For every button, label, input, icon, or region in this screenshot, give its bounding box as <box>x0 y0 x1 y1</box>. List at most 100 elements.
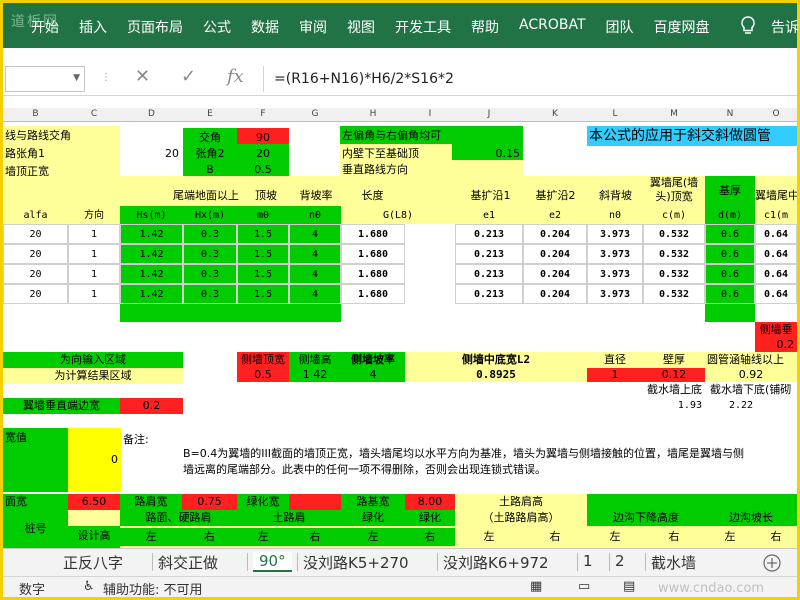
cell-zhangjiao1-value[interactable]: 20 <box>120 144 182 162</box>
hdr-soil-shoulder[interactable]: 土路肩 <box>237 510 341 526</box>
table-cell[interactable]: 0.64 <box>755 224 797 244</box>
table-cell[interactable]: 20 <box>3 244 68 264</box>
table-cell[interactable]: 3.973 <box>587 224 643 244</box>
cell-cut-top-label[interactable]: 截水墙上底 <box>587 382 705 398</box>
table-cell[interactable]: 0.213 <box>455 224 523 244</box>
hdr-right[interactable]: 右 <box>289 528 341 546</box>
cell-shoulder[interactable]: 0.75 <box>182 494 237 510</box>
table-cell[interactable]: 0.213 <box>455 244 523 264</box>
col-header-K[interactable]: K <box>523 109 587 119</box>
cell-b-label[interactable]: B <box>183 160 237 176</box>
cell-green-label[interactable]: 绿化宽 <box>237 494 289 510</box>
subheader-cell[interactable]: d(m) <box>705 206 755 224</box>
table-cell[interactable]: 1.680 <box>341 224 405 244</box>
ribbon-tab-6[interactable]: 视图 <box>347 17 375 37</box>
col-header-O[interactable]: O <box>755 109 797 119</box>
table-cell[interactable]: 1 <box>68 224 120 244</box>
cell-culvert-axis[interactable]: 0.92 <box>705 368 797 382</box>
table-cell[interactable]: 0.6 <box>705 284 755 304</box>
sheet-tab-3[interactable]: 没刘路K5+270 <box>303 552 409 573</box>
subheader-cell[interactable]: n0 <box>289 206 341 224</box>
col-header-D[interactable]: D <box>120 109 183 119</box>
table-cell[interactable]: 0.3 <box>183 224 237 244</box>
cell-jiaojiao-value[interactable]: 90 <box>237 128 289 144</box>
subheader-cell[interactable]: G(L8) <box>341 206 455 224</box>
cell-width-label[interactable]: 宽值 <box>3 428 68 446</box>
table-cell[interactable]: 1.5 <box>237 224 289 244</box>
cell-route-angle-label[interactable]: 线与路线交角 <box>3 126 120 144</box>
col-header-N[interactable]: N <box>705 109 755 119</box>
cell-angle-note[interactable]: 左偏角与右偏角均可 <box>340 126 523 144</box>
cell-wing-vertical-label[interactable]: 翼墙垂直端边宽 <box>3 398 120 414</box>
subheader-cell[interactable]: alfa <box>3 206 68 224</box>
table-cell[interactable]: 1.5 <box>237 244 289 264</box>
cell-width-value[interactable]: 0 <box>68 428 121 492</box>
table-cell[interactable]: 1.42 <box>120 244 183 264</box>
hdr-left[interactable]: 左 <box>237 528 289 546</box>
insert-function-icon[interactable]: fx <box>227 66 244 87</box>
page-layout-icon[interactable]: ▭ <box>578 579 590 594</box>
cell-surface-label[interactable]: 面宽 <box>3 494 68 510</box>
table-cell[interactable]: 4 <box>289 244 341 264</box>
col-header-G[interactable]: G <box>289 109 341 119</box>
subheader-cell[interactable]: Hs(m) <box>120 206 183 224</box>
formula-input[interactable]: =(R16+N16)*H6/2*S16*2 <box>263 66 797 92</box>
cell-zhangjiao1-label[interactable]: 路张角1 <box>3 144 120 162</box>
table-cell[interactable]: 3.973 <box>587 264 643 284</box>
hdr-left[interactable]: 左 <box>120 528 182 546</box>
table-cell[interactable]: 0.213 <box>455 264 523 284</box>
subheader-cell[interactable]: 方向 <box>68 206 120 224</box>
hdr-left[interactable]: 左 <box>705 528 755 546</box>
table-cell[interactable]: 1 <box>68 284 120 304</box>
table-cell[interactable]: 0.3 <box>183 284 237 304</box>
sheet-tab-5[interactable]: 1 <box>583 552 593 570</box>
table-cell[interactable]: 1.5 <box>237 284 289 304</box>
subheader-cell[interactable]: c1(m <box>755 206 797 224</box>
cell-cut-bottom-label[interactable]: 截水墙下底(铺砌 <box>708 382 797 398</box>
table-cell[interactable]: 1.42 <box>120 264 183 284</box>
cell-diameter-label[interactable]: 直径 <box>587 352 643 368</box>
cell-side-bottom[interactable]: 0.8925 <box>405 368 587 382</box>
cell-wing-vertical-value[interactable]: 0.2 <box>120 398 183 414</box>
add-sheet-icon[interactable] <box>763 554 781 572</box>
table-cell[interactable]: 0.64 <box>755 264 797 284</box>
cell-side-height-label[interactable]: 侧墙高 <box>289 352 341 368</box>
hdr-left[interactable]: 左 <box>341 528 405 546</box>
table-cell[interactable]: 0.532 <box>643 224 705 244</box>
col-header-I[interactable]: I <box>405 109 455 119</box>
subheader-cell[interactable]: Hx(m) <box>183 206 237 224</box>
accessibility-icon[interactable]: ♿ <box>83 579 95 594</box>
hdr-design-height[interactable]: 设计高 <box>68 526 120 548</box>
subheader-cell[interactable]: m0 <box>237 206 289 224</box>
table-cell[interactable]: 0.3 <box>183 264 237 284</box>
hdr-side-ditch-slope[interactable]: 边沟坡长 <box>705 510 797 526</box>
hdr-wall-end-ground[interactable]: 尾端地面以上 <box>166 186 246 204</box>
subheader-cell[interactable]: n0 <box>587 206 643 224</box>
col-header-B[interactable]: B <box>3 109 68 119</box>
sheet-tab-7[interactable]: 截水墙 <box>651 552 696 573</box>
cell-zhangjiao2-value[interactable]: 20 <box>237 144 289 160</box>
col-header-C[interactable]: C <box>68 109 120 119</box>
cell-culvert-axis-label[interactable]: 圆管涵轴线以上 <box>705 352 797 368</box>
hdr-side-ditch-drop[interactable]: 边沟下降高度 <box>587 510 705 526</box>
name-box[interactable]: ▼ <box>5 66 85 92</box>
col-header-F[interactable]: F <box>237 109 289 119</box>
table-cell[interactable]: 0.6 <box>705 264 755 284</box>
hdr-left[interactable]: 左 <box>587 528 643 546</box>
table-cell[interactable]: 0.204 <box>523 264 587 284</box>
cell-banner[interactable]: 本公式的应用于斜交斜做圆管 <box>587 126 797 146</box>
ribbon-tab-3[interactable]: 公式 <box>203 17 231 37</box>
chevron-down-icon[interactable]: ▼ <box>73 73 80 83</box>
ribbon-tab-10[interactable]: 团队 <box>606 17 634 37</box>
ribbon-tab-0[interactable]: 开始 <box>31 17 59 37</box>
cell-perp-direction[interactable]: 垂直路线方向 <box>340 160 523 176</box>
hdr-right[interactable]: 右 <box>523 528 587 546</box>
col-header-L[interactable]: L <box>587 109 643 119</box>
subheader-cell[interactable]: e1 <box>455 206 523 224</box>
hdr-base-ext1[interactable]: 基扩沿1 <box>458 186 523 204</box>
hdr-right[interactable]: 右 <box>643 528 705 546</box>
hdr-back-slope[interactable]: 背坡率 <box>291 186 341 204</box>
table-cell[interactable]: 0.532 <box>643 284 705 304</box>
ribbon-tab-5[interactable]: 审阅 <box>299 17 327 37</box>
hdr-green2[interactable]: 绿化 <box>405 510 455 526</box>
